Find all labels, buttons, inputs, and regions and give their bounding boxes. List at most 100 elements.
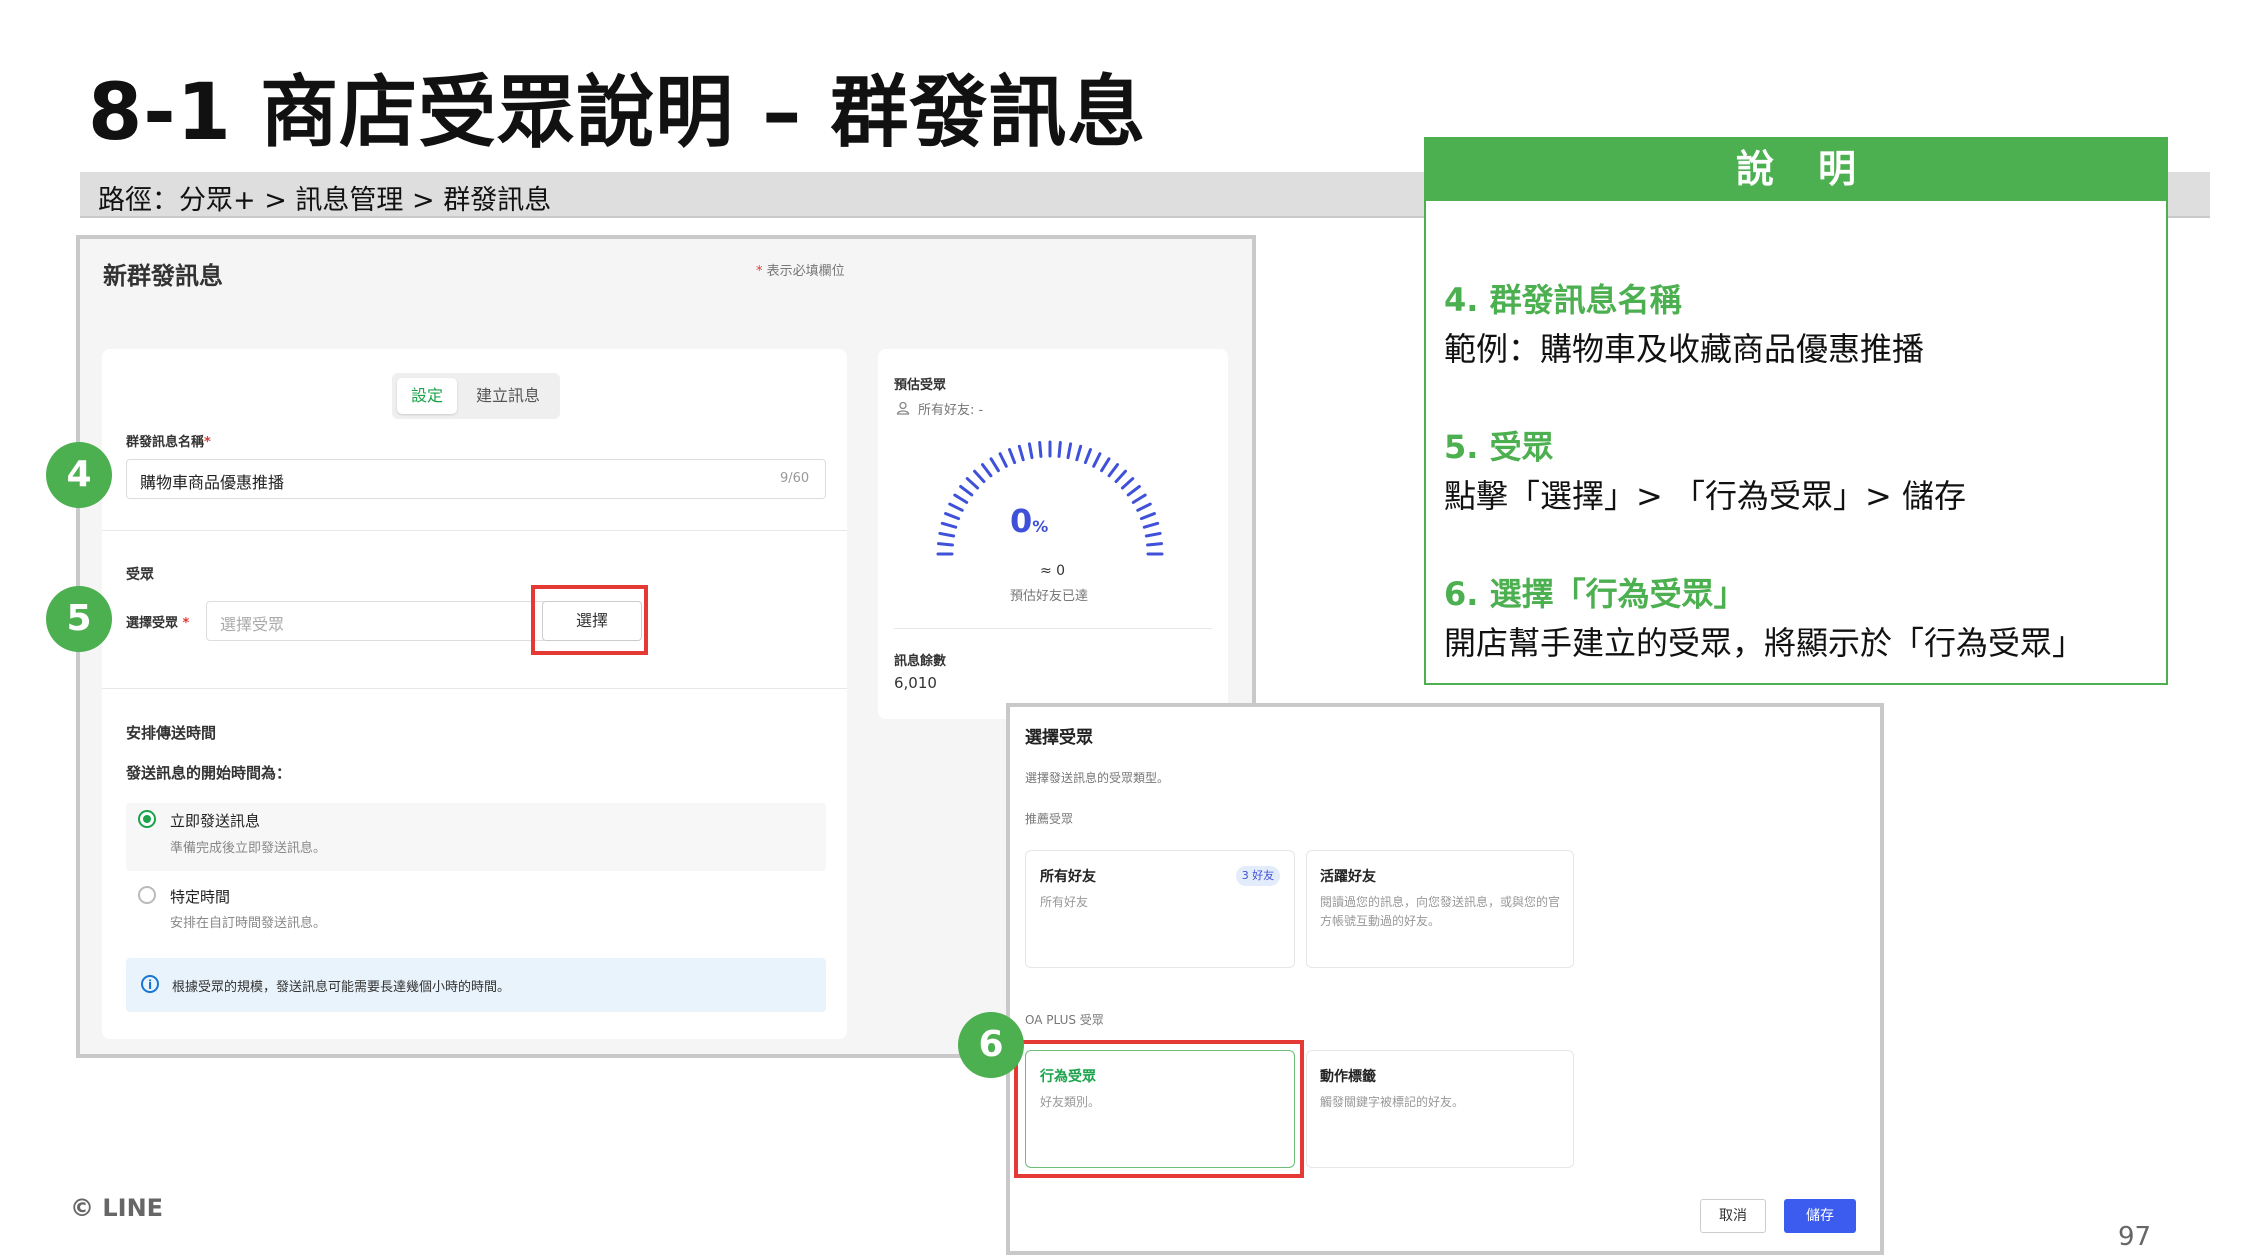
- remaining-value: 6,010: [894, 674, 937, 692]
- gauge-tick: [938, 531, 956, 538]
- reach-label: 預估好友已達: [1010, 589, 1089, 604]
- dialog-subtitle: 選擇發送訊息的受眾類型。: [1025, 771, 1170, 785]
- required-mark: *: [756, 264, 763, 279]
- user-icon: [896, 400, 910, 415]
- estimate-title: 預估受眾: [894, 378, 947, 393]
- gauge-tick: [953, 493, 969, 504]
- gauge-tick: [1139, 512, 1156, 521]
- gauge-tick: [1114, 469, 1127, 484]
- gauge-tick: [981, 463, 993, 478]
- audience-placeholder: 選擇受眾: [220, 615, 285, 634]
- audience-label: 選擇受眾 *: [126, 612, 189, 631]
- gauge-tick: [1027, 442, 1034, 460]
- gauge-value: 0%: [1010, 502, 1048, 540]
- gauge-tick: [1057, 440, 1062, 458]
- tab-create-message[interactable]: 建立訊息: [462, 378, 554, 414]
- save-button[interactable]: 儲存: [1784, 1199, 1856, 1233]
- gauge-tick: [1075, 444, 1083, 462]
- gauge-tick: [936, 542, 954, 547]
- gauge-tick: [948, 502, 964, 512]
- breadcrumb: 路徑：分眾+ > 訊息管理 > 群發訊息: [98, 185, 552, 216]
- explanation-header: 說明: [1424, 137, 2168, 201]
- gauge-tick: [1144, 531, 1162, 538]
- gauge-tick: [1107, 463, 1119, 478]
- schedule-question: 發送訊息的開始時間為：: [126, 764, 292, 782]
- option-specific-title: 特定時間: [170, 888, 231, 906]
- gauge-tick: [965, 477, 980, 490]
- gauge-tick: [1083, 448, 1092, 465]
- name-label-text: 群發訊息名稱: [126, 435, 205, 450]
- radio-specific-time[interactable]: [138, 886, 156, 904]
- info-icon: i: [141, 975, 159, 993]
- explanation-heading-4: 4. 群發訊息名稱: [1444, 281, 1682, 319]
- card-all-friends-desc: 所有好友: [1040, 895, 1089, 909]
- card-active-friends-desc: 閱讀過您的訊息，向您發送訊息，或與您的官方帳號互動過的好友。: [1320, 895, 1561, 928]
- required-note-text: 表示必填欄位: [766, 264, 845, 279]
- gauge-tick: [1136, 502, 1152, 512]
- gauge-tick: [1146, 542, 1164, 547]
- callout-6: 6: [958, 1012, 1024, 1078]
- gauge-unit: %: [1032, 517, 1049, 536]
- page-title: 新群發訊息: [103, 262, 223, 290]
- form-card: [102, 349, 847, 1039]
- page-number: 97: [2118, 1222, 2152, 1252]
- option-specific-desc: 安排在自訂時間發送訊息。: [170, 916, 327, 931]
- radio-immediate[interactable]: [138, 810, 156, 828]
- slide-title: 8-1 商店受眾說明 – 群發訊息: [88, 68, 1147, 158]
- gauge-tick: [1142, 521, 1160, 529]
- card-action-tag-desc: 觸發關鍵字被標記的好友。: [1320, 1095, 1465, 1109]
- dialog-title: 選擇受眾: [1025, 728, 1093, 748]
- callout-4: 4: [46, 442, 112, 508]
- tab-settings[interactable]: 設定: [397, 378, 457, 414]
- card-active-friends-title: 活躍好友: [1320, 869, 1376, 885]
- divider: [102, 530, 847, 531]
- remaining-title: 訊息餘數: [894, 654, 947, 669]
- explanation-heading-6: 6. 選擇「行為受眾」: [1444, 575, 1746, 613]
- option-immediate-desc: 準備完成後立即發送訊息。: [170, 841, 327, 856]
- explanation-heading-5: 5. 受眾: [1444, 428, 1554, 466]
- gauge-tick: [989, 457, 1000, 473]
- required-note: * 表示必填欄位: [756, 260, 845, 279]
- gauge-tick: [1100, 457, 1111, 473]
- gauge-tick: [1017, 444, 1025, 462]
- divider: [102, 688, 847, 689]
- explanation-body-4: 範例：購物車及收藏商品優惠推播: [1444, 330, 1925, 368]
- recommended-section-title: 推薦受眾: [1025, 812, 1074, 826]
- gauge-tick: [1038, 440, 1043, 458]
- option-immediate-title: 立即發送訊息: [170, 812, 261, 830]
- audience-section-title: 受眾: [126, 567, 154, 583]
- char-counter: 9/60: [780, 471, 810, 486]
- gauge-tick: [973, 469, 986, 484]
- gauge-tick: [1066, 442, 1073, 460]
- friends-count-badge: 3 好友: [1236, 866, 1280, 886]
- gauge-tick: [944, 512, 961, 521]
- card-all-friends-title: 所有好友: [1040, 869, 1096, 885]
- gauge-tick: [940, 521, 958, 529]
- gauge-tick: [959, 485, 974, 497]
- approx-count: ≈ 0: [1040, 563, 1066, 579]
- broadcast-name-value: 購物車商品優惠推播: [140, 473, 285, 492]
- divider: [894, 628, 1212, 629]
- schedule-section-title: 安排傳送時間: [126, 724, 217, 742]
- explanation-body-6: 開店幫手建立的受眾，將顯示於「行為受眾」: [1444, 624, 2085, 662]
- gauge-tick: [1131, 493, 1147, 504]
- info-text: 根據受眾的規模，發送訊息可能需要長達幾個小時的時間。: [172, 980, 511, 995]
- gauge-number: 0: [1010, 502, 1033, 540]
- gauge-tick: [1120, 477, 1135, 490]
- required-mark: *: [182, 616, 190, 631]
- audience-gauge: [936, 440, 1164, 556]
- gauge-tick: [998, 452, 1008, 468]
- highlight-behavior-card: [1014, 1040, 1304, 1178]
- audience-label-text: 選擇受眾: [126, 616, 179, 631]
- cancel-button[interactable]: 取消: [1700, 1199, 1766, 1233]
- explanation-body-5: 點擊「選擇」> 「行為受眾」> 儲存: [1444, 477, 1966, 515]
- gauge-tick: [1126, 485, 1141, 497]
- highlight-select-button: [531, 585, 648, 655]
- gauge-tick: [1092, 452, 1102, 468]
- oa-plus-section-title: OA PLUS 受眾: [1025, 1013, 1104, 1027]
- callout-5: 5: [46, 586, 112, 652]
- card-action-tag-title: 動作標籤: [1320, 1069, 1376, 1085]
- name-label: 群發訊息名稱*: [126, 431, 211, 450]
- all-friends-count: 所有好友: -: [918, 403, 984, 418]
- gauge-tick: [1008, 448, 1017, 465]
